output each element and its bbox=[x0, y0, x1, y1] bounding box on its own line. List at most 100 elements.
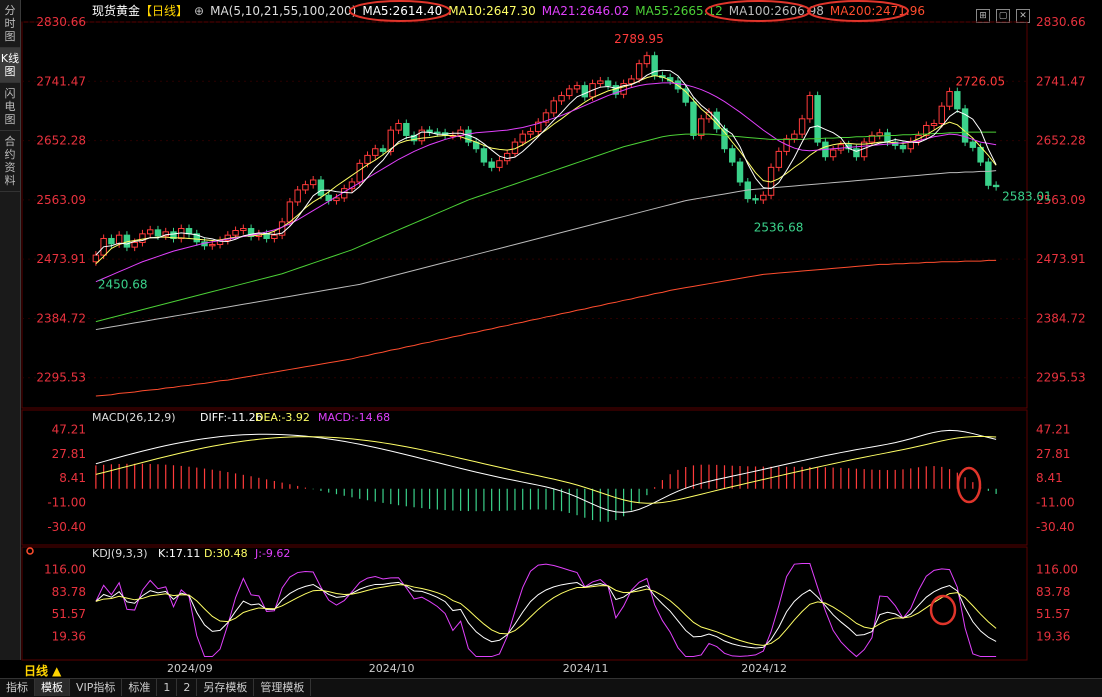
y-tick-label-2: 2652.28 bbox=[1036, 134, 1086, 148]
candle-body bbox=[356, 162, 363, 183]
candle-body bbox=[775, 150, 783, 168]
price-annotation-1: 2726.05 bbox=[956, 75, 1006, 89]
macd-y-tick-left-0: 47.21 bbox=[52, 423, 86, 437]
y-tick-left-0: 2830.66 bbox=[36, 15, 86, 29]
candle-body bbox=[899, 144, 907, 150]
candle-body bbox=[434, 131, 441, 134]
macd-y-tick-left-2: 8.41 bbox=[59, 471, 86, 485]
y-tick-label-6: 2295.53 bbox=[1036, 371, 1086, 385]
kdj-j-legend: J:-9.62 bbox=[254, 547, 290, 560]
candle-body bbox=[837, 144, 845, 151]
candle-body bbox=[232, 230, 239, 236]
tab-vip-indicator[interactable]: VIP指标 bbox=[70, 679, 123, 696]
period-toggle[interactable]: 日线 ▲ bbox=[24, 662, 61, 679]
candle-body bbox=[146, 229, 154, 235]
macd-y-tick-4: -30.40 bbox=[1036, 520, 1075, 534]
candle-body bbox=[752, 198, 759, 201]
candle-body bbox=[566, 88, 573, 97]
ma-line-ma5 bbox=[95, 69, 997, 256]
x-tick-label-1: 2024/10 bbox=[368, 662, 415, 675]
candle-body bbox=[240, 228, 247, 232]
candle-body bbox=[682, 88, 689, 103]
candle-body bbox=[317, 179, 325, 196]
candle-body bbox=[364, 154, 371, 164]
y-tick-left-4: 2473.91 bbox=[36, 252, 86, 266]
candle-body bbox=[736, 161, 744, 183]
candle-body bbox=[503, 152, 511, 162]
candle-body bbox=[527, 130, 534, 135]
candle-body bbox=[294, 189, 301, 203]
kdj-y-tick-left-2: 51.57 bbox=[52, 607, 86, 621]
candle-body bbox=[108, 237, 115, 245]
candle-body bbox=[573, 85, 581, 90]
candle-body bbox=[798, 118, 806, 135]
kdj-y-tick-0: 116.00 bbox=[1036, 563, 1078, 577]
highlight-ellipse-ma200 bbox=[807, 0, 909, 22]
candle-body bbox=[379, 148, 387, 152]
macd-y-tick-left-4: -30.40 bbox=[47, 520, 86, 534]
kdj-title: KDJ(9,3,3) bbox=[92, 547, 148, 560]
tab-manage-template[interactable]: 管理模板 bbox=[254, 679, 312, 696]
candle-body bbox=[674, 80, 682, 90]
highlight-circle-macd bbox=[956, 466, 982, 504]
candle-body bbox=[969, 141, 977, 148]
tab-save-template[interactable]: 另存模板 bbox=[197, 679, 255, 696]
candle-body bbox=[806, 95, 814, 120]
candle-body bbox=[395, 122, 402, 131]
candle-body bbox=[729, 148, 736, 163]
candle-body bbox=[791, 133, 798, 140]
candle-body bbox=[154, 229, 162, 237]
candle-body bbox=[581, 85, 589, 98]
candle-body bbox=[884, 132, 891, 143]
bottom-toolbar: 指标 模板 VIP指标 标准 1 2 另存模板 管理模板 bbox=[0, 678, 1102, 697]
panel-frame-2 bbox=[21, 546, 1028, 661]
candle-body bbox=[550, 100, 557, 114]
macd-y-tick-left-1: 27.81 bbox=[52, 447, 86, 461]
candle-body bbox=[829, 149, 837, 158]
y-tick-label-1: 2741.47 bbox=[1036, 74, 1086, 88]
macd-y-tick-left-3: -11.00 bbox=[47, 496, 86, 510]
kdj-d-legend: D:30.48 bbox=[204, 547, 248, 560]
tab-1[interactable]: 1 bbox=[157, 679, 178, 696]
candle-body bbox=[876, 132, 883, 136]
macd-value-legend: MACD:-14.68 bbox=[318, 411, 390, 424]
kdj-j-line bbox=[95, 562, 997, 658]
panel-frame-1 bbox=[21, 409, 1028, 546]
candle-body bbox=[92, 254, 100, 263]
macd-y-tick-2: 8.41 bbox=[1036, 471, 1063, 485]
candle-body bbox=[333, 197, 340, 202]
kdj-y-tick-1: 83.78 bbox=[1036, 585, 1070, 599]
ma-line-ma55 bbox=[95, 131, 997, 323]
candle-body bbox=[814, 95, 821, 143]
candle-body bbox=[954, 91, 961, 110]
candle-body bbox=[697, 118, 705, 136]
kdj-marker-icon bbox=[26, 547, 34, 555]
chart-canvas: 2830.66 2830.66 2741.47 2741.47 2652.28 2652.… bbox=[21, 0, 1086, 661]
candle-body bbox=[488, 161, 495, 168]
candle-body bbox=[271, 234, 278, 239]
y-tick-label-0: 2830.66 bbox=[1036, 15, 1086, 29]
highlight-ellipse-ma5 bbox=[349, 0, 451, 22]
y-tick-left-3: 2563.09 bbox=[36, 193, 86, 207]
tab-2[interactable]: 2 bbox=[177, 679, 198, 696]
x-tick-label-2: 2024/11 bbox=[562, 662, 609, 675]
panel-frame-0 bbox=[21, 21, 1028, 409]
tab-indicator[interactable]: 指标 bbox=[0, 679, 35, 696]
ma-line-ma200 bbox=[95, 259, 997, 397]
x-tick-label-0: 2024/09 bbox=[167, 662, 213, 675]
y-tick-label-4: 2473.91 bbox=[1036, 252, 1086, 266]
candle-body bbox=[635, 63, 643, 80]
kdj-y-tick-left-3: 19.36 bbox=[52, 629, 86, 643]
y-tick-left-1: 2741.47 bbox=[36, 74, 86, 88]
candle-body bbox=[286, 201, 294, 223]
candle-body bbox=[115, 234, 123, 245]
price-annotation-4: 2583.01 bbox=[1002, 190, 1052, 204]
tab-standard[interactable]: 标准 bbox=[122, 679, 158, 696]
price-annotation-3: 2450.68 bbox=[98, 278, 148, 292]
kdj-k-legend: K:17.11 bbox=[158, 547, 200, 560]
tab-template[interactable]: 模板 bbox=[35, 679, 70, 696]
y-tick-label-5: 2384.72 bbox=[1036, 311, 1086, 325]
kdj-y-tick-left-1: 83.78 bbox=[52, 585, 86, 599]
candle-body bbox=[597, 80, 604, 85]
candle-body bbox=[309, 179, 317, 186]
